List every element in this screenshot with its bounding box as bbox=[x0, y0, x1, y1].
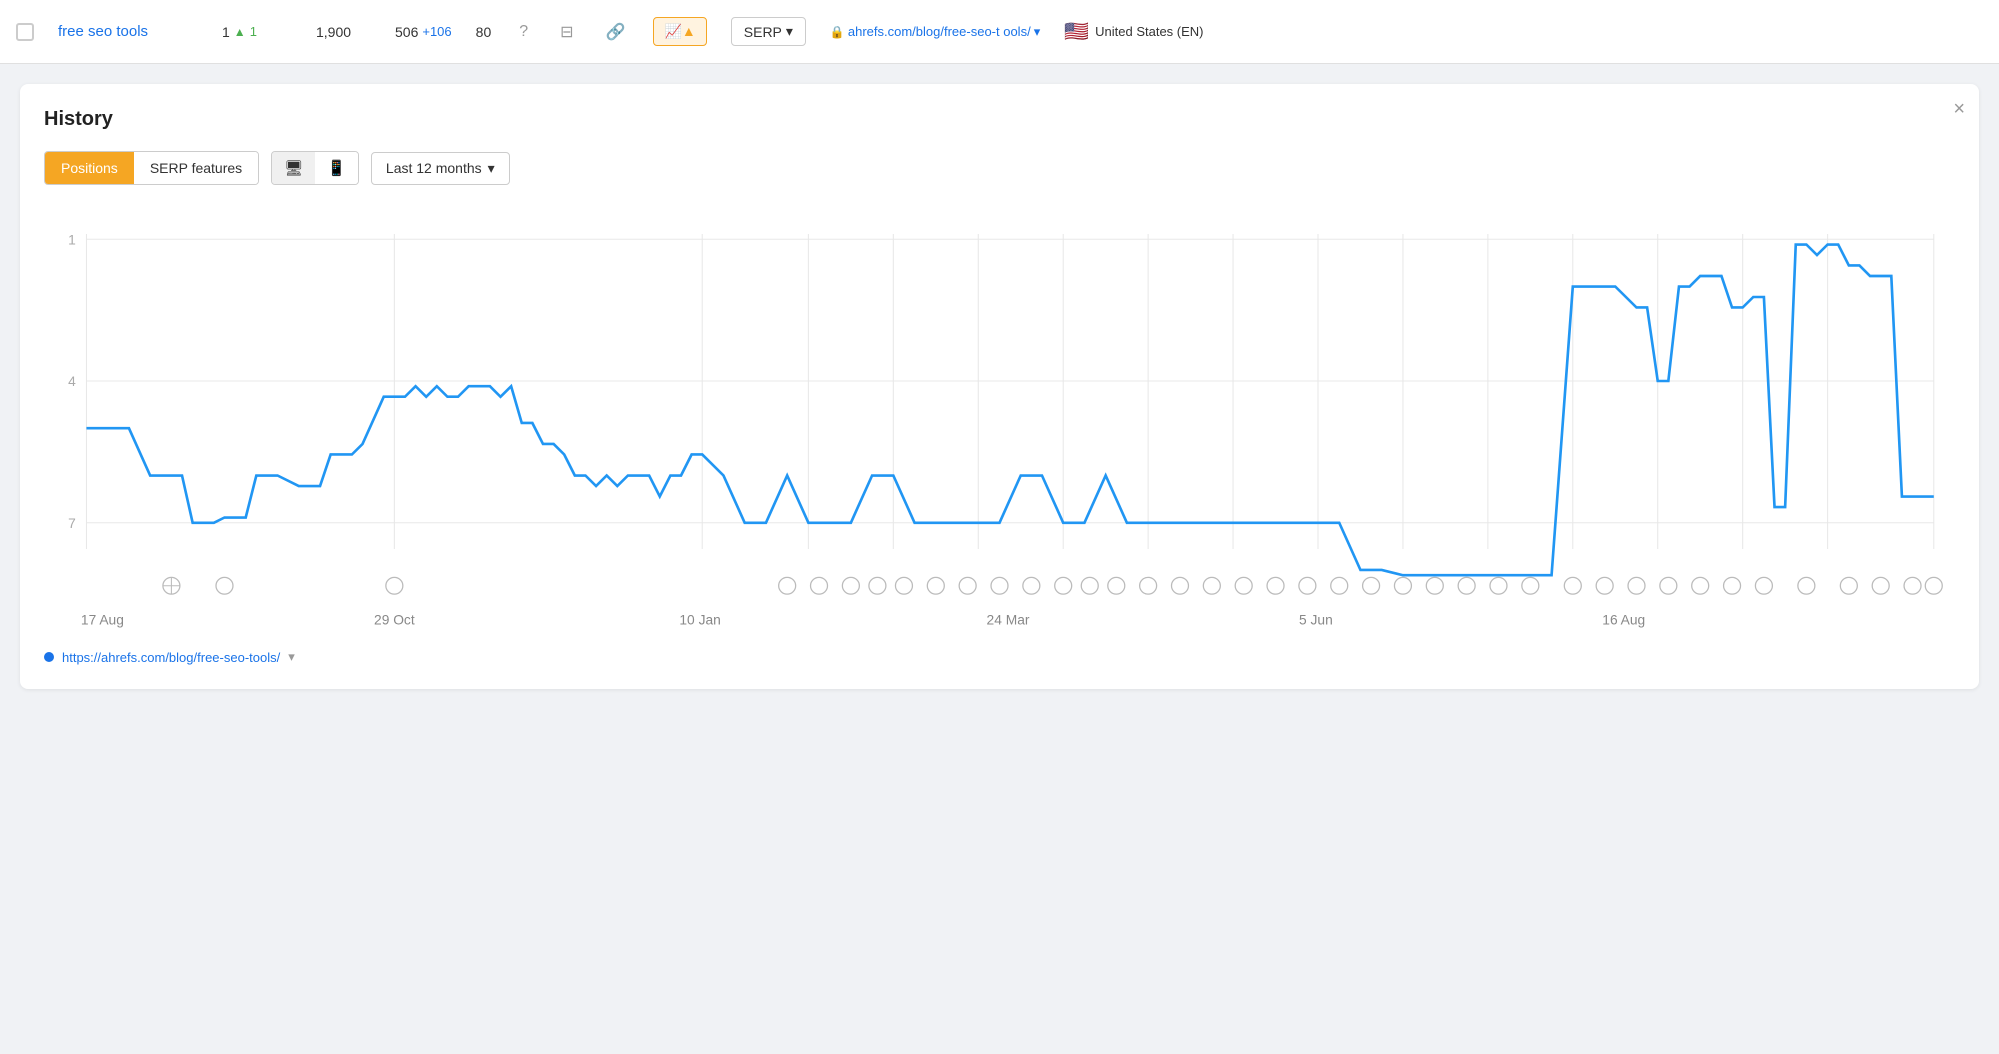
chart-container: 1 4 7 bbox=[44, 213, 1955, 633]
rank-change: 1 bbox=[250, 24, 257, 39]
panel-title: History bbox=[44, 108, 1955, 131]
lock-icon: 🔒 bbox=[830, 25, 845, 39]
svg-text:29 Oct: 29 Oct bbox=[374, 613, 415, 628]
url-cell: 🔒 ahrefs.com/blog/free-seo-t ools/ ▾ bbox=[830, 24, 1040, 40]
tab-serp-features[interactable]: SERP features bbox=[134, 152, 258, 184]
desktop-device-btn[interactable]: 🖥 bbox=[272, 152, 315, 184]
chart-button[interactable]: 📈▲ bbox=[653, 17, 706, 46]
date-range-selector[interactable]: Last 12 months ▾ bbox=[371, 152, 510, 185]
kd-cell: 80 bbox=[476, 24, 492, 40]
serp-label: SERP bbox=[744, 24, 782, 40]
traffic-change: +106 bbox=[422, 24, 451, 39]
volume-cell: 1,900 bbox=[316, 24, 371, 40]
legend-row: https://ahrefs.com/blog/free-seo-tools/ … bbox=[44, 649, 1955, 665]
svg-text:17 Aug: 17 Aug bbox=[81, 613, 124, 628]
tab-group: Positions SERP features bbox=[44, 151, 259, 185]
date-range-label: Last 12 months bbox=[386, 160, 482, 176]
question-icon-btn[interactable]: ? bbox=[515, 21, 532, 43]
top-row: free seo tools 1 ▲ 1 1,900 506 +106 80 ?… bbox=[0, 0, 1999, 64]
chart-icon: 📈▲ bbox=[664, 23, 695, 40]
mobile-device-btn[interactable]: 📱 bbox=[315, 152, 358, 184]
url-arrow-icon: ▾ bbox=[1034, 24, 1041, 40]
rank-number: 1 bbox=[222, 24, 230, 40]
url-text: ahrefs.com/blog/free-seo-t ools/ bbox=[848, 24, 1031, 39]
chart-svg: 1 4 7 bbox=[44, 213, 1955, 633]
link-icon-btn[interactable]: 🔗 bbox=[602, 20, 630, 44]
svg-text:16 Aug: 16 Aug bbox=[1602, 613, 1645, 628]
svg-text:1: 1 bbox=[68, 233, 76, 248]
history-panel: × History Positions SERP features 🖥 📱 La… bbox=[20, 84, 1979, 689]
legend-arrow-icon[interactable]: ▾ bbox=[288, 649, 295, 665]
flag-icon: 🇺🇸 bbox=[1064, 19, 1089, 44]
serp-arrow-icon: ▾ bbox=[786, 23, 793, 40]
country-label: United States (EN) bbox=[1095, 24, 1203, 39]
legend-dot bbox=[44, 652, 54, 662]
clipboard-icon-btn[interactable]: ⊟ bbox=[556, 20, 577, 44]
rank-arrow-icon: ▲ bbox=[234, 25, 246, 39]
device-group: 🖥 📱 bbox=[271, 151, 359, 185]
svg-text:10 Jan: 10 Jan bbox=[679, 613, 720, 628]
svg-text:5 Jun: 5 Jun bbox=[1299, 613, 1333, 628]
serp-button[interactable]: SERP ▾ bbox=[731, 17, 806, 46]
gear-icons-row bbox=[163, 577, 1942, 594]
desktop-icon: 🖥 bbox=[284, 160, 303, 177]
controls-row: Positions SERP features 🖥 📱 Last 12 mont… bbox=[44, 151, 1955, 185]
traffic-cell: 506 +106 bbox=[395, 24, 452, 40]
rank-cell: 1 ▲ 1 bbox=[222, 24, 292, 40]
position-line bbox=[86, 245, 1933, 576]
date-range-arrow-icon: ▾ bbox=[488, 160, 495, 177]
svg-text:7: 7 bbox=[68, 516, 76, 531]
svg-text:24 Mar: 24 Mar bbox=[987, 613, 1030, 628]
traffic-number: 506 bbox=[395, 24, 418, 40]
svg-text:4: 4 bbox=[68, 374, 76, 389]
country-cell: 🇺🇸 United States (EN) bbox=[1064, 19, 1204, 44]
tab-positions[interactable]: Positions bbox=[45, 152, 134, 184]
keyword-link[interactable]: free seo tools bbox=[58, 23, 198, 40]
row-checkbox[interactable] bbox=[16, 23, 34, 41]
mobile-icon: 📱 bbox=[327, 160, 346, 177]
legend-url[interactable]: https://ahrefs.com/blog/free-seo-tools/ bbox=[62, 650, 280, 665]
close-button[interactable]: × bbox=[1953, 98, 1965, 121]
